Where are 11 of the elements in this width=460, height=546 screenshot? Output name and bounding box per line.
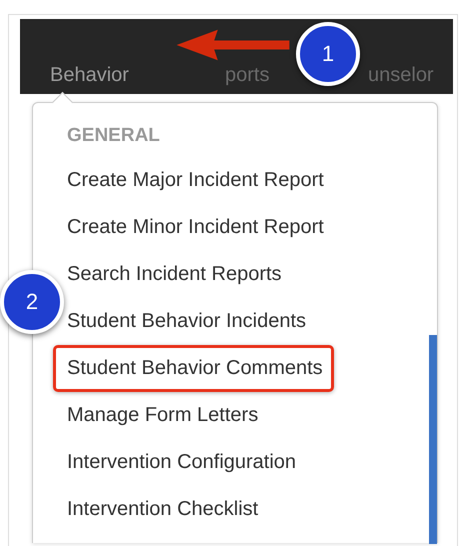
- menu-item[interactable]: Student Behavior Comments: [53, 345, 334, 392]
- menu-item[interactable]: Manage Form Letters: [67, 392, 258, 439]
- menu-item[interactable]: Intervention Checklist: [67, 486, 258, 533]
- scrollbar[interactable]: [429, 335, 437, 544]
- section-heading: GENERAL: [67, 124, 161, 148]
- nav-tab[interactable]: Behavior: [50, 64, 129, 86]
- menu-item[interactable]: Search Incident Reports: [67, 251, 282, 298]
- menu-item[interactable]: Create Minor Incident Report: [67, 204, 324, 251]
- menu-item[interactable]: Student Behavior Incidents: [67, 298, 306, 345]
- menu-item[interactable]: Create Major Incident Report: [67, 157, 324, 204]
- menu-item[interactable]: Intervention Configuration: [67, 439, 296, 486]
